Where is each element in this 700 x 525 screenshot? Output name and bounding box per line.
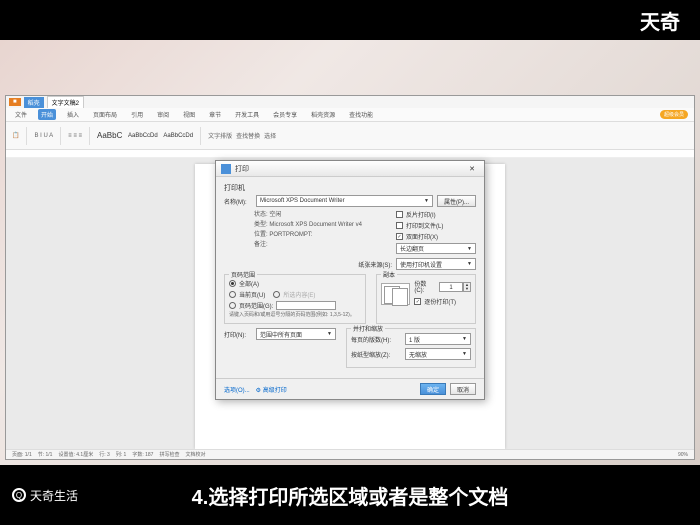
range-all-radio[interactable]: 全部(A) [229, 279, 361, 288]
pages-per-sheet-label: 每页的版数(H): [351, 335, 401, 344]
menu-ref[interactable]: 引用 [128, 109, 146, 120]
premium-badge[interactable]: 超级会员 [660, 110, 688, 119]
statusbar: 页面: 1/1 节: 1/1 设置值: 4.1厘米 行: 3 列: 1 字数: … [6, 449, 694, 459]
scale-select[interactable]: 无缩放▼ [405, 348, 471, 360]
dialog-title: 打印 [235, 164, 249, 174]
paste-icon[interactable]: 📋 [12, 132, 19, 139]
properties-button[interactable]: 属性(P)... [437, 195, 476, 207]
menu-help[interactable]: 稻壳资源 [308, 109, 338, 120]
style-preview-1[interactable]: AaBbC [97, 131, 122, 140]
comment-label: 备注: [254, 242, 268, 248]
chevron-down-icon: ▼ [424, 198, 429, 204]
cancel-button[interactable]: 取消 [450, 383, 476, 395]
menu-vip[interactable]: 会员专享 [270, 109, 300, 120]
menu-find[interactable]: 查找功能 [346, 109, 376, 120]
channel-logo: Q 天奇生活 [12, 487, 78, 504]
status-col: 列: 1 [116, 451, 127, 458]
logo-icon: Q [12, 488, 26, 502]
toolbar: 📋 B I U A ≡ ≡ ≡ AaBbC AaBbCcDd AaBbCcDd … [6, 122, 694, 150]
status-proof[interactable]: 文档校对 [185, 451, 205, 458]
ribbon: 文件 开始 插入 页面布局 引用 审阅 视图 章节 开发工具 会员专享 稻壳资源… [6, 108, 694, 122]
location-value: PORTPROMPT: [269, 232, 312, 238]
printer-name-select[interactable]: Microsoft XPS Document Writer▼ [256, 195, 433, 207]
status-line: 行: 3 [99, 451, 110, 458]
print-what-select[interactable]: 范围中所有页面▼ [256, 328, 336, 340]
zoom-section-label: 并打和缩放 [351, 324, 385, 333]
pages-input[interactable] [276, 301, 336, 310]
status-chars[interactable]: 字数: 187 [132, 451, 153, 458]
status-value: 空闲 [269, 212, 281, 218]
status-pos: 设置值: 4.1厘米 [58, 451, 93, 458]
tab-docer[interactable]: 稻壳 [24, 97, 44, 108]
reverse-checkbox[interactable]: 反片打印(I) [396, 210, 476, 219]
duplex-mode-select[interactable]: 长边翻页▼ [396, 243, 476, 254]
para-tools[interactable]: ≡ ≡ ≡ [68, 133, 82, 139]
menu-dev[interactable]: 开发工具 [232, 109, 262, 120]
collate-checkbox[interactable]: ✓逐份打印(T) [414, 297, 471, 306]
dialog-titlebar[interactable]: 打印 ✕ [216, 161, 484, 177]
range-section-label: 页码范围 [229, 270, 257, 279]
ok-button[interactable]: 确定 [420, 383, 446, 395]
watermark-bar: 天奇 [0, 0, 700, 40]
tab-home[interactable]: ■ [9, 98, 21, 106]
status-section: 节: 1/1 [38, 451, 53, 458]
advanced-link[interactable]: ⚙ 高级打印 [256, 385, 287, 394]
menu-file[interactable]: 文件 [12, 109, 30, 120]
menu-review[interactable]: 审阅 [154, 109, 172, 120]
duplex-checkbox[interactable]: ✓双面打印(X) [396, 232, 476, 241]
copies-spinner[interactable]: 1▲▼ [439, 282, 471, 292]
pages-per-sheet-select[interactable]: 1 版▼ [405, 333, 471, 345]
watermark-text: 天奇 [640, 6, 680, 35]
paper-source-label: 纸张来源(S): [358, 260, 392, 269]
print-icon [221, 164, 231, 174]
close-icon[interactable]: ✕ [465, 165, 479, 173]
range-current-radio[interactable]: 当前页(U) [229, 290, 265, 299]
collate-preview-icon [381, 283, 410, 305]
print-what-label: 打印(N): [224, 330, 252, 339]
status-zoom[interactable]: 90% [678, 452, 688, 458]
pages-hint: 请键入页码和/或用逗号分隔的页码范围(例如: 1,3,5-12)。 [229, 312, 361, 319]
tofile-checkbox[interactable]: 打印到文件(L) [396, 221, 476, 230]
subtitle-text: 4.选择打印所选区域或者是整个文档 [192, 481, 509, 510]
tool-find[interactable]: 查找替换 [236, 131, 260, 140]
ruler [6, 150, 694, 158]
channel-name: 天奇生活 [30, 487, 78, 504]
scale-label: 按纸型缩放(Z): [351, 350, 401, 359]
copies-label: 份数(C): [414, 279, 435, 294]
style-preview-3[interactable]: AaBbCcDd [163, 133, 193, 139]
type-value: Microsoft XPS Document Writer v4 [269, 222, 362, 228]
menu-chapter[interactable]: 章节 [206, 109, 224, 120]
desktop-bg: ■ 稻壳 文字文稿2 文件 开始 插入 页面布局 引用 审阅 视图 章节 开发工… [0, 40, 700, 465]
location-label: 位置: [254, 232, 268, 238]
options-link[interactable]: 选项(O)... [224, 385, 250, 394]
tool-select[interactable]: 选择 [264, 131, 276, 140]
style-preview-2[interactable]: AaBbCcDd [128, 133, 158, 139]
status-page[interactable]: 页面: 1/1 [12, 451, 32, 458]
font-tools[interactable]: B I U A [34, 133, 53, 139]
print-dialog: 打印 ✕ 打印机 名称(M): Microsoft XPS Document W… [215, 160, 485, 400]
menu-layout[interactable]: 页面布局 [90, 109, 120, 120]
type-label: 类型: [254, 222, 268, 228]
menu-insert[interactable]: 插入 [64, 109, 82, 120]
tool-textlayout[interactable]: 文字排版 [208, 131, 232, 140]
range-pages-radio[interactable]: 页码范围(G): [229, 301, 361, 310]
tab-document[interactable]: 文字文稿2 [47, 96, 84, 108]
copies-section-label: 副本 [381, 270, 397, 279]
paper-source-select[interactable]: 使用打印机设置▼ [396, 258, 476, 270]
menu-view[interactable]: 视图 [180, 109, 198, 120]
subtitle-bar: Q 天奇生活 4.选择打印所选区域或者是整个文档 [0, 465, 700, 525]
range-selection-radio: 所选内容(E) [273, 290, 315, 299]
titlebar: ■ 稻壳 文字文稿2 [6, 96, 694, 108]
status-label: 状态: [254, 212, 268, 218]
status-spell[interactable]: 拼写检查 [159, 451, 179, 458]
menu-start[interactable]: 开始 [38, 109, 56, 120]
printer-section-label: 打印机 [224, 183, 476, 193]
printer-name-label: 名称(M): [224, 197, 252, 206]
